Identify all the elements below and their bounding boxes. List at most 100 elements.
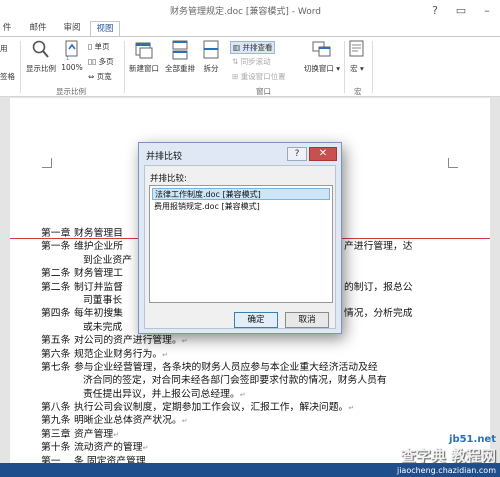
arrange-all-label: 全部重排	[165, 64, 195, 73]
macro-button[interactable]: 宏 ▾	[346, 39, 368, 74]
clause-text: 资产管理	[74, 428, 114, 440]
doc-line: 第五条 对公司的资产进行管理。↵	[41, 334, 471, 347]
watermark-site: jb51.net	[449, 434, 496, 445]
chevron-down-icon: ▾	[333, 64, 341, 73]
clause-text: 济合同的签定，对合同未经各部门会签即要求付款的情况，财务人员有	[83, 375, 387, 387]
magnifier-icon	[32, 40, 49, 58]
list-item[interactable]: 费用报销规定.doc [兼容模式]	[152, 201, 330, 213]
side-by-side-icon: ▥	[233, 43, 241, 52]
arrange-all-button[interactable]: 全部重排	[162, 39, 198, 74]
ribbon-partial-label-b[interactable]: 签格	[0, 71, 15, 82]
tab-view[interactable]: 视图	[90, 21, 120, 36]
minimize-icon[interactable]: –	[474, 0, 500, 20]
watermark-url: jiaocheng.chazidian.com	[396, 466, 496, 475]
new-window-icon	[135, 42, 153, 59]
clause-number: 第二条	[41, 281, 71, 293]
clause-text: 明晰企业总体资产状况。	[74, 415, 182, 427]
page-100-icon: 1	[65, 40, 78, 61]
clause-text: 财务管理工	[74, 268, 123, 280]
ok-button[interactable]: 确定	[234, 312, 278, 328]
tab-mailings[interactable]: 邮件	[26, 21, 50, 36]
multi-page-icon: ▯▯	[88, 57, 97, 66]
split-button[interactable]: 拆分	[200, 39, 222, 74]
window-title: 财务管理规定.doc [兼容模式] - Word	[170, 7, 322, 17]
paragraph-mark-icon: ↵	[181, 417, 188, 426]
reset-position-button[interactable]: ⊞ 重设窗口位置	[232, 71, 286, 82]
ribbon-separator	[372, 41, 373, 93]
clause-text: 司董事长	[83, 294, 123, 306]
dialog-close-button[interactable]: ✕	[309, 147, 337, 161]
clause-text-tail: 情况，分析完成	[344, 308, 413, 320]
zoom-100-label: 100%	[61, 63, 83, 72]
zoom-group-label: 显示比例	[56, 87, 86, 96]
clause-text: 对公司的资产进行管理。	[74, 335, 182, 347]
ribbon-display-icon[interactable]: ▭	[448, 0, 474, 20]
ribbon-partial-label-a[interactable]: 用	[0, 43, 8, 54]
multi-page-label: 多页	[98, 57, 114, 66]
doc-line: 济合同的签定，对合同未经各部门会签即要求付款的情况，财务人员有	[41, 374, 471, 387]
paragraph-mark-icon: ↵	[239, 390, 246, 399]
dialog-help-button[interactable]: ?	[287, 147, 307, 161]
ribbon: 用 签格 显示比例 1 100% ▯ 单页 ▯▯ 多页 ⇔ 页宽 显示比例 新建…	[0, 36, 500, 97]
clause-number: 第六条	[41, 348, 71, 360]
clause-text: 每年初搜集	[74, 308, 123, 320]
svg-text:1: 1	[66, 56, 69, 61]
split-label: 拆分	[203, 64, 219, 73]
split-icon	[203, 40, 219, 59]
macro-group-label: 宏	[354, 87, 362, 96]
clause-text: 维护企业所	[74, 241, 123, 253]
window-controls: ? ▭ –	[422, 0, 500, 20]
multi-page-button[interactable]: ▯▯ 多页	[88, 56, 114, 67]
side-by-side-label: 并排查看	[242, 43, 273, 52]
document-list[interactable]: 法律工作制度.doc [兼容模式] 费用报销规定.doc [兼容模式]	[149, 185, 333, 303]
clause-text: 制订并监督	[74, 281, 123, 293]
one-page-icon: ▯	[88, 42, 93, 51]
clause-number: 第二条	[41, 268, 71, 280]
reset-position-icon: ⊞	[232, 72, 239, 81]
clause-number: 第一章	[41, 228, 71, 239]
list-item[interactable]: 法律工作制度.doc [兼容模式]	[152, 188, 330, 200]
switch-window-icon	[312, 41, 331, 57]
sync-scroll-icon: ⇅	[232, 57, 239, 66]
page-width-icon: ⇔	[88, 72, 95, 81]
help-icon[interactable]: ?	[422, 0, 448, 20]
clause-text: 或未完成	[83, 321, 123, 333]
page-width-button[interactable]: ⇔ 页宽	[88, 71, 112, 82]
clause-text-tail: 产进行管理，达	[344, 241, 413, 253]
clause-number: 第七条	[41, 361, 71, 373]
zoom-label: 显示比例	[26, 64, 56, 73]
new-window-button[interactable]: 新建窗口	[126, 39, 162, 74]
paragraph-mark-icon: ↵	[113, 430, 120, 439]
watermark-main: 查字典 教程网	[400, 447, 496, 465]
tab-insert-partial[interactable]: 件	[0, 21, 14, 36]
clause-number: 第四条	[41, 308, 71, 320]
one-page-button[interactable]: ▯ 单页	[88, 41, 110, 52]
paragraph-mark-icon: ↵	[181, 337, 188, 346]
sync-scroll-button[interactable]: ⇅ 同步滚动	[232, 56, 271, 67]
ribbon-tabs: 件 邮件 审阅 视图	[0, 20, 500, 36]
clause-text-tail: 的制订，报总公	[344, 281, 413, 293]
clause-number: 第九条	[41, 415, 71, 427]
watermark: jb51.net 查字典 教程网 jiaocheng.chazidian.com	[397, 434, 496, 475]
clause-text: 财务管理目	[74, 228, 123, 239]
doc-line: 第七条 参与企业经营管理，各条块的财务人员应参与本企业重大经济活动及经	[41, 361, 471, 374]
zoom-button[interactable]: 显示比例	[24, 39, 58, 74]
clause-number: 第八条	[41, 402, 71, 414]
zoom-100-button[interactable]: 1 100%	[60, 39, 84, 72]
side-by-side-button[interactable]: ▥ 并排查看	[230, 41, 276, 54]
cancel-button[interactable]: 取消	[285, 312, 329, 328]
paragraph-mark-icon: ↵	[162, 350, 169, 359]
tab-review[interactable]: 审阅	[60, 21, 84, 36]
doc-line: 第八条 执行公司会议制度，定期参加工作会议，汇报工作，解决问题。↵	[41, 401, 471, 414]
macro-label: 宏	[350, 64, 358, 73]
new-window-label: 新建窗口	[129, 64, 159, 73]
switch-window-label: 切换窗口	[303, 64, 334, 73]
clause-text: 流动资产的管理	[74, 442, 143, 454]
switch-window-button[interactable]: 切换窗口 ▾	[302, 39, 342, 74]
clause-text: 到企业资产	[83, 254, 132, 266]
ribbon-separator	[344, 41, 345, 93]
reset-position-label: 重设窗口位置	[240, 72, 286, 81]
clause-number: 第一条	[41, 241, 71, 253]
clause-text: 责任提出异议，并上报公司总经理。	[83, 388, 240, 400]
clause-number: 第三章	[41, 428, 71, 440]
